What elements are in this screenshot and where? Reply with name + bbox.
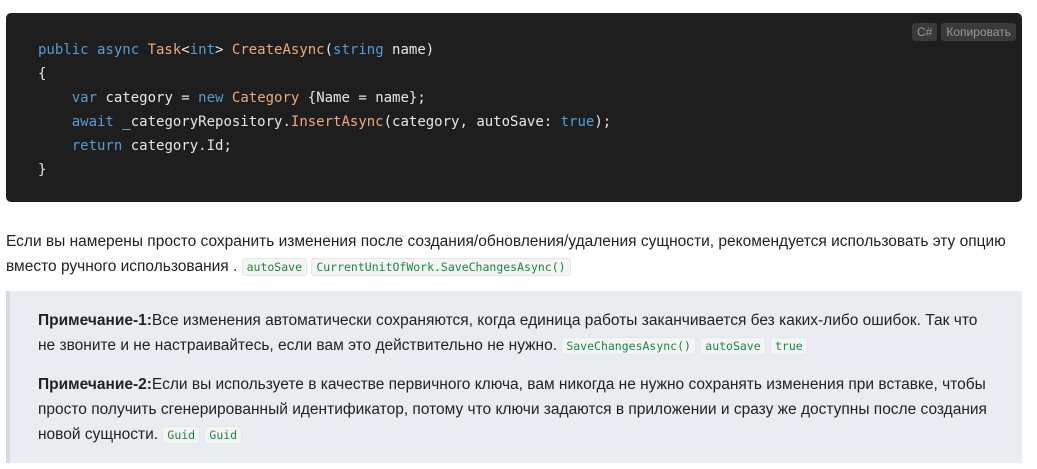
code-token: return: [71, 138, 123, 154]
code-token: {Name = name};: [299, 90, 426, 106]
note-1-label: Примечание-1:: [38, 312, 152, 329]
code-line: }: [38, 158, 611, 182]
note-1-code-1: SaveChangesAsync(): [561, 337, 696, 355]
code-token: public async: [38, 42, 148, 58]
code-line: {: [38, 62, 611, 86]
code-content: public async Task<int> CreateAsync(strin…: [38, 38, 611, 182]
code-token: await: [71, 114, 114, 130]
code-line: var category = new Category {Name = name…: [38, 86, 611, 110]
note-box: Примечание-1:Все изменения автоматически…: [6, 291, 1022, 463]
code-token: (category, autoSave:: [383, 114, 561, 130]
inline-code-savechanges: CurrentUnitOfWork.SaveChangesAsync(): [311, 258, 571, 276]
note-1-code-2: autoSave: [700, 337, 766, 355]
code-line: public async Task<int> CreateAsync(strin…: [38, 38, 611, 62]
code-token: CreateAsync: [231, 42, 325, 58]
code-token: category =: [97, 90, 199, 106]
code-token: int: [189, 42, 216, 58]
code-token: new: [198, 90, 224, 106]
code-token: InsertAsync: [290, 114, 384, 130]
code-token: >: [215, 42, 232, 58]
code-token: <: [181, 42, 190, 58]
body-paragraph: Если вы намерены просто сохранить измене…: [6, 229, 1026, 280]
code-token: );: [594, 114, 612, 130]
code-token: Category: [231, 90, 300, 106]
inline-code-autosave: autoSave: [241, 258, 307, 276]
code-line: await _categoryRepository.InsertAsync(ca…: [38, 110, 611, 134]
note-2-code-1: Guid: [162, 426, 201, 444]
code-token: true: [560, 114, 595, 130]
code-token: name): [383, 42, 435, 58]
code-token: _categoryRepository.: [113, 114, 291, 130]
code-line: return category.Id;: [38, 134, 611, 158]
code-token: (: [324, 42, 334, 58]
code-block: C# Копировать public async Task<int> Cre…: [6, 13, 1022, 202]
code-token: {: [38, 66, 47, 82]
note-2-code-2: Guid: [204, 426, 243, 444]
code-token: string: [333, 42, 384, 58]
code-token: var: [71, 90, 98, 106]
note-1-code-3: true: [769, 337, 808, 355]
code-token: Task: [147, 42, 182, 58]
code-token: category.Id;: [122, 138, 232, 154]
code-toolbar: C# Копировать: [912, 23, 1016, 41]
note-1: Примечание-1:Все изменения автоматически…: [38, 308, 998, 359]
note-2: Примечание-2:Если вы используете в качес…: [38, 372, 998, 448]
code-token: }: [38, 162, 47, 178]
language-badge: C#: [912, 23, 938, 41]
copy-button[interactable]: Копировать: [941, 23, 1016, 41]
note-2-label: Примечание-2:: [38, 376, 152, 393]
note-1-text: Все изменения автоматически сохраняются,…: [38, 312, 978, 354]
